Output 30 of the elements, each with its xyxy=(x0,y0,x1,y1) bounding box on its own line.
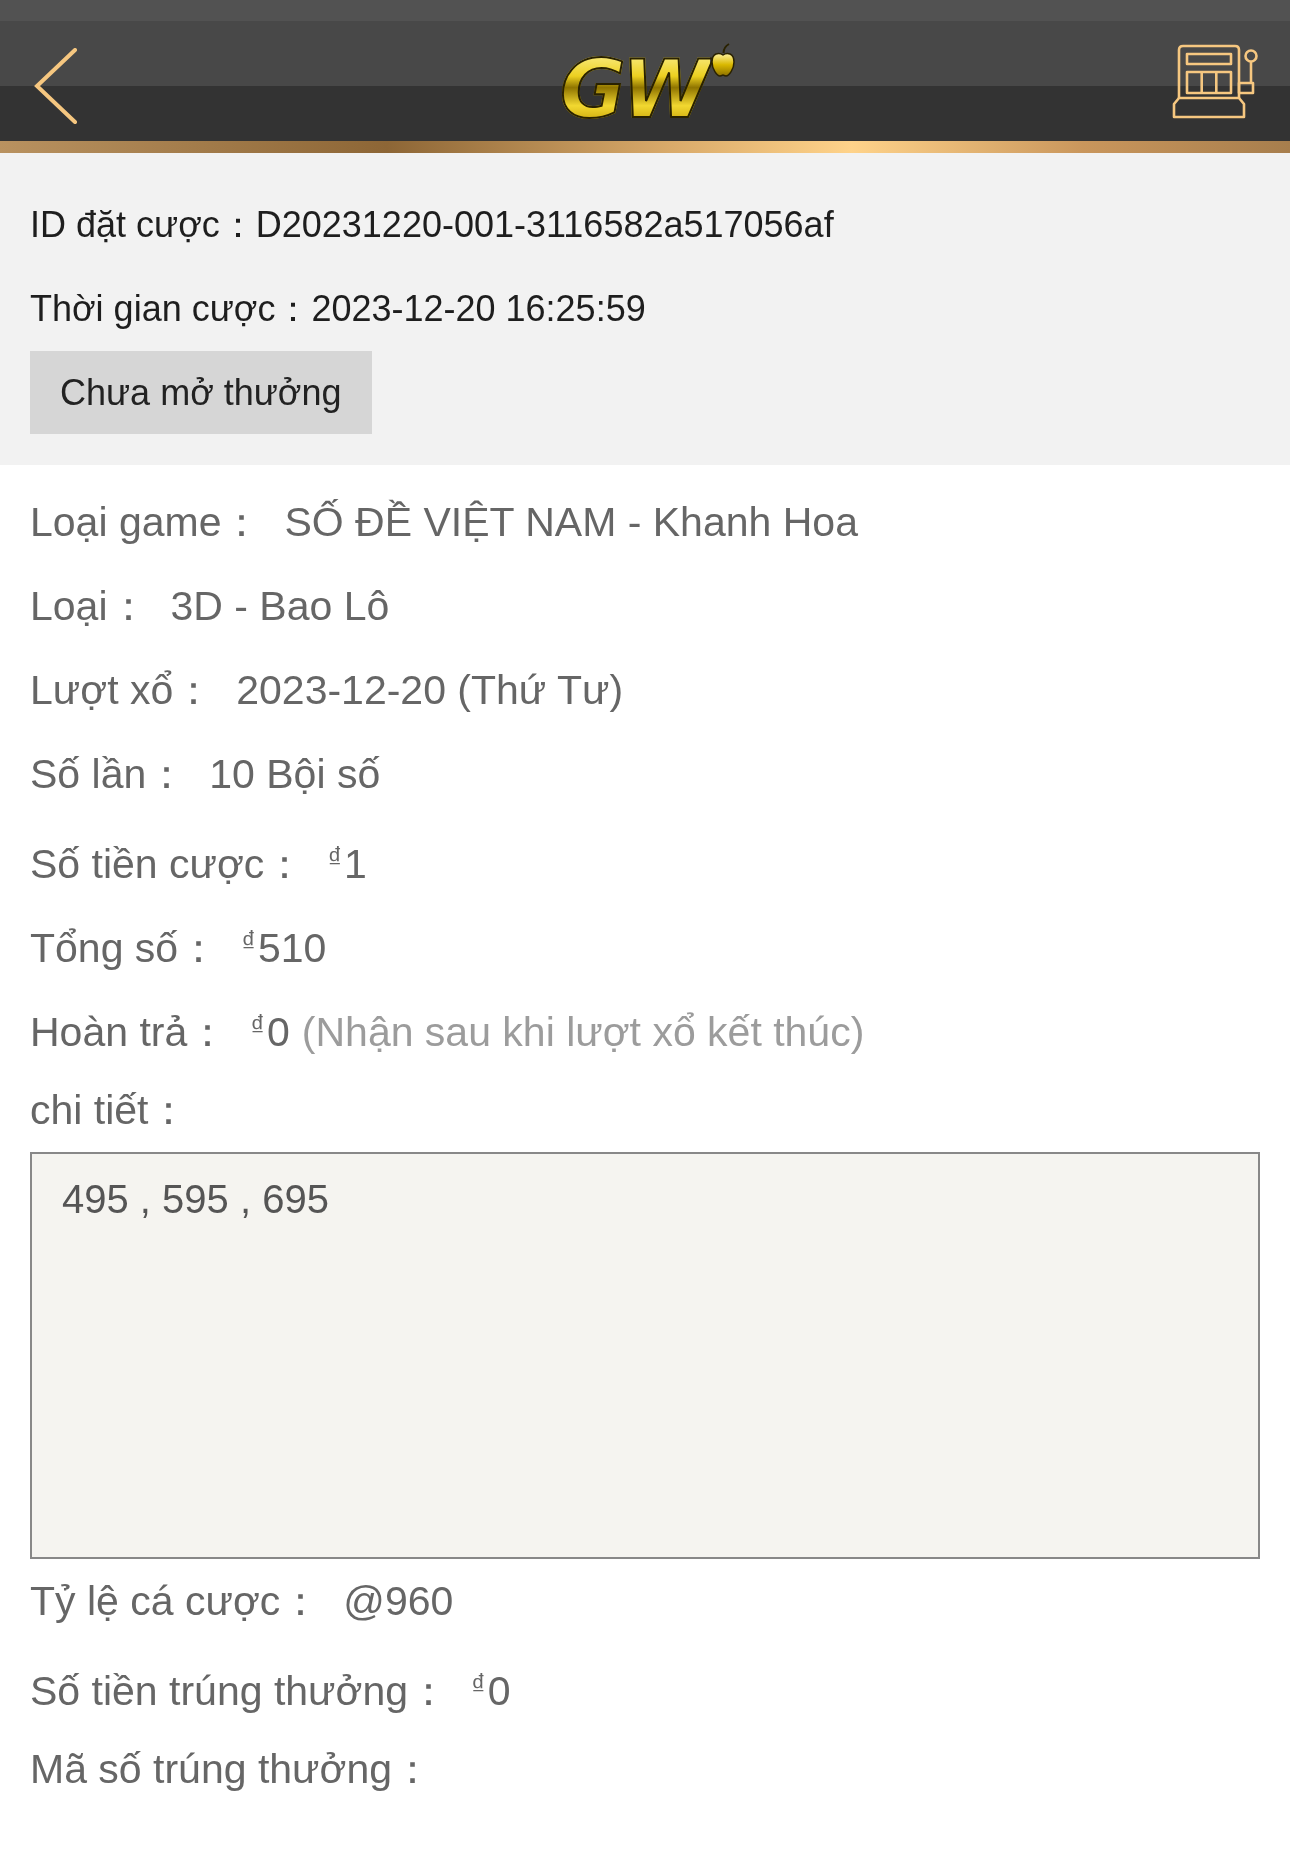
field-value: $^{₫}$510 xyxy=(241,925,327,972)
field-label: Lượt xổ： xyxy=(30,667,215,713)
field-value: 2023-12-20 16:25:59 xyxy=(311,288,646,329)
field-value: SỐ ĐỀ VIỆT NAM - Khanh Hoa xyxy=(284,499,858,545)
field-value: $^{₫}$0 xyxy=(471,1668,511,1715)
field-label: Thời gian cược： xyxy=(30,288,312,329)
field-label: Loại game： xyxy=(30,499,263,545)
field-label: Hoàn trả： xyxy=(30,1009,229,1056)
field-label: Số tiền trúng thưởng： xyxy=(30,1668,449,1715)
field-value: 3D - Bao Lô xyxy=(170,583,390,629)
apple-icon xyxy=(709,42,736,77)
field-label: Số tiền cược： xyxy=(30,841,306,888)
field-label: Tỷ lệ cá cược： xyxy=(30,1578,322,1624)
field-label: ID đặt cược： xyxy=(30,204,256,245)
field-value: $^{₫}$0 xyxy=(250,1009,290,1056)
field-label: Loại： xyxy=(30,583,149,629)
back-icon[interactable] xyxy=(34,47,78,124)
slot-machine-icon[interactable] xyxy=(1172,44,1260,119)
field-value: $^{₫}$1 xyxy=(327,841,367,888)
field-label: chi tiết： xyxy=(30,1087,190,1133)
field-label: Mã số trúng thưởng： xyxy=(30,1746,433,1792)
field-value: 10 Bội số xyxy=(209,751,381,797)
status-tag: Chưa mở thưởng xyxy=(30,351,372,434)
field-value: 2023-12-20 (Thứ Tư) xyxy=(236,667,624,713)
numbers-textarea: 495 , 595 , 695 xyxy=(30,1152,1260,1559)
field-label: Tổng số： xyxy=(30,925,220,972)
field-value: D20231220-001-3116582a517056af xyxy=(255,204,834,245)
field-note: (Nhận sau khi lượt xổ kết thúc) xyxy=(301,1009,865,1056)
field-value: @960 xyxy=(343,1578,454,1624)
field-label: Số lần： xyxy=(30,751,188,797)
